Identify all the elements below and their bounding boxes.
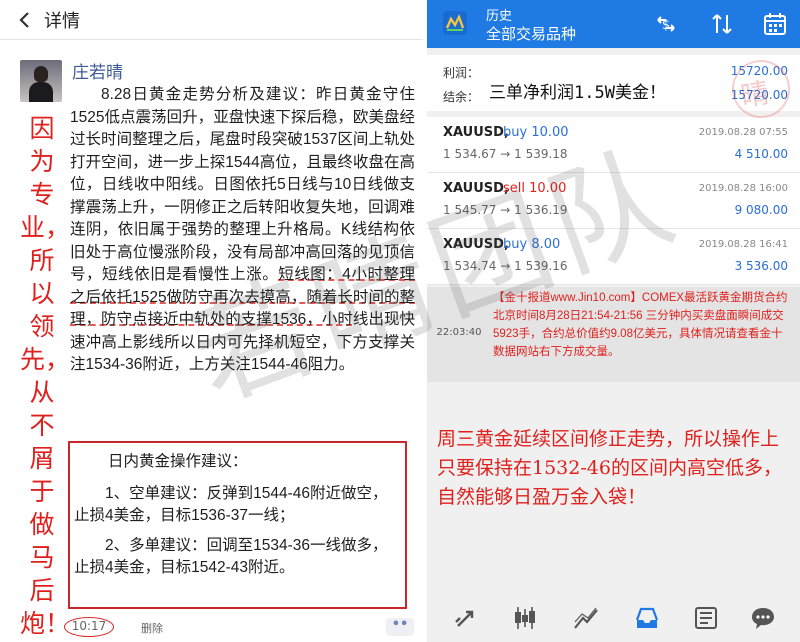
trade-row[interactable]: XAUUSD, buy 8.00 1 534.74 → 1 539.16 201…: [427, 229, 800, 285]
balance-label: 结余：: [443, 90, 480, 104]
trade-row[interactable]: XAUUSD, buy 10.00 1 534.67 → 1 539.18 20…: [427, 117, 800, 173]
header-subtitle[interactable]: 全部交易品种: [486, 23, 576, 44]
trade-profit: 9 080.00: [734, 203, 788, 217]
post-text: 8.28日黄金走势分析及建议：昨日黄金守住1525低点震荡回升，亚盘快速下探后稳…: [70, 86, 415, 283]
avatar[interactable]: [20, 60, 62, 102]
trade-side: buy 10.00: [503, 125, 569, 140]
calendar-icon[interactable]: [762, 11, 788, 37]
side-note: 因为专业，所以领先，从不屑于做马后炮！: [20, 114, 71, 638]
header-title: 历史: [486, 9, 513, 24]
author-name[interactable]: 庄若晴: [72, 58, 123, 83]
trade-prices: 1 534.67 → 1 539.18: [443, 147, 568, 161]
trade-prices: 1 534.74 → 1 539.16: [443, 259, 568, 273]
news-icon[interactable]: [692, 604, 720, 632]
trade-row[interactable]: XAUUSD, sell 10.00 1 545.77 → 1 536.19 2…: [427, 173, 800, 229]
post-time: 10:17: [64, 617, 114, 637]
news-time: 22:03:40: [436, 327, 482, 338]
sort-icon[interactable]: [709, 11, 735, 37]
trade-date: 2019.08.28 07:55: [698, 127, 788, 138]
svg-text:$: $: [662, 18, 670, 33]
chevron-left-icon: [19, 11, 29, 28]
back-button[interactable]: [14, 10, 34, 30]
trade-symbol: XAUUSD,: [443, 181, 509, 196]
trade-date: 2019.08.28 16:00: [698, 183, 788, 194]
inbox-history-icon[interactable]: [633, 604, 661, 632]
chat-detail-panel: 详情 庄若晴 因为专业，所以领先，从不屑于做马后炮！ 8.28日黄金走势分析及建…: [0, 0, 423, 642]
trade-profit: 3 536.00: [734, 259, 788, 273]
news-text: 【金十报道www.Jin10.com】COMEX最活跃黄金期货合约北京时间8月2…: [493, 292, 788, 358]
dollar-exchange-icon[interactable]: $: [653, 11, 679, 37]
trade-profit: 4 510.00: [734, 147, 788, 161]
detail-header: 详情: [0, 0, 423, 40]
chat-icon[interactable]: [749, 604, 777, 632]
line-chart-icon[interactable]: [572, 604, 600, 632]
delete-link[interactable]: 删除: [141, 620, 163, 636]
post-body: 8.28日黄金走势分析及建议：昨日黄金守住1525低点震荡回升，亚盘快速下探后稳…: [70, 84, 415, 377]
advice-title: 日内黄金操作建议：: [108, 453, 248, 470]
trade-side: sell 10.00: [503, 181, 567, 196]
profit-label: 利润：: [443, 66, 480, 80]
candlestick-chart-icon[interactable]: [511, 604, 539, 632]
advice-box: 日内黄金操作建议： 1、空单建议：反弹到1544-46附近做空，止损4美金，目标…: [68, 441, 407, 609]
trade-prices: 1 545.77 → 1 536.19: [443, 203, 568, 217]
trade-arrows-icon[interactable]: [452, 604, 480, 632]
analysis-note: 周三黄金延续区间修正走势，所以操作上只要保持在1532-46的区间内高空低多，自…: [437, 428, 782, 508]
bottom-nav: [427, 594, 800, 642]
profit-overlay-caption: 三单净利润1.5W美金！: [487, 78, 668, 103]
more-button[interactable]: ••: [386, 618, 414, 636]
trade-side: buy 8.00: [503, 237, 561, 252]
advice-short: 1、空单建议：反弹到1544-46附近做空，止损4美金，目标1536-37一线；: [74, 485, 388, 524]
metatrader-logo-icon[interactable]: [442, 10, 468, 36]
trade-date: 2019.08.28 16:41: [698, 239, 788, 250]
trade-symbol: XAUUSD,: [443, 237, 509, 252]
seal-char: 晴: [738, 75, 772, 114]
news-item[interactable]: 22:03:40 【金十报道www.Jin10.com】COMEX最活跃黄金期货…: [427, 287, 800, 382]
advice-long: 2、多单建议：回调至1534-36一线做多，止损4美金，目标1542-43附近。: [74, 537, 388, 576]
trade-symbol: XAUUSD,: [443, 125, 509, 140]
page-title: 详情: [44, 10, 80, 32]
history-header: 历史 全部交易品种 $: [427, 0, 800, 48]
